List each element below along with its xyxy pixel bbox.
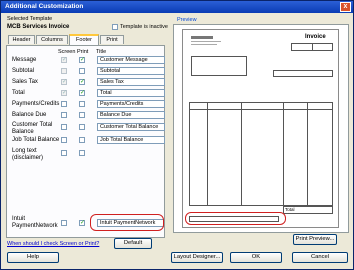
row-label-balance-due: Balance Due bbox=[12, 112, 47, 118]
job-total-balance-title-field[interactable]: Job Total Balance bbox=[97, 136, 165, 144]
job-total-balance-print-checkbox[interactable] bbox=[79, 137, 85, 143]
preview-total-label: Total bbox=[285, 207, 295, 212]
sales-tax-screen-checkbox[interactable]: ✓ bbox=[61, 79, 67, 85]
cancel-button[interactable]: Cancel bbox=[292, 252, 348, 263]
tab-columns[interactable]: Columns bbox=[36, 35, 68, 44]
total-title-field[interactable]: Total bbox=[97, 89, 165, 97]
invoice-heading: Invoice bbox=[305, 34, 326, 40]
help-button[interactable]: Help bbox=[7, 252, 59, 263]
message-screen-checkbox[interactable]: ✓ bbox=[61, 57, 67, 63]
tab-header[interactable]: Header bbox=[8, 35, 35, 44]
payments-credits-print-checkbox[interactable] bbox=[79, 101, 85, 107]
tab-footer[interactable]: Footer bbox=[69, 34, 99, 45]
additional-customization-dialog: Additional Customization x Selected Temp… bbox=[0, 0, 354, 270]
template-inactive-label: Template is inactive bbox=[120, 24, 168, 30]
template-inactive-checkbox[interactable] bbox=[112, 24, 118, 30]
ok-button[interactable]: OK bbox=[230, 252, 282, 263]
footer-panel: Screen Print Title Message ✓ ✓ Customer … bbox=[6, 45, 165, 238]
company-logo-placeholder bbox=[191, 36, 213, 39]
preview-label: Preview bbox=[177, 17, 197, 23]
intuit-payment-network-print-checkbox[interactable]: ✓ bbox=[79, 220, 85, 226]
selected-template-label: Selected Template bbox=[7, 16, 53, 22]
row-label-message: Message bbox=[12, 57, 37, 63]
customer-total-balance-title-field[interactable]: Customer Total Balance bbox=[97, 123, 165, 131]
window-title: Additional Customization bbox=[5, 3, 84, 10]
date-number-divider bbox=[312, 43, 313, 51]
row-label-job-total-balance: Job Total Balance bbox=[12, 137, 60, 143]
payments-credits-screen-checkbox[interactable] bbox=[61, 101, 67, 107]
subtotal-screen-checkbox[interactable] bbox=[61, 68, 67, 74]
total-screen-checkbox[interactable]: ✓ bbox=[61, 90, 67, 96]
highlight-oval-preview bbox=[185, 212, 286, 225]
row-label-intuit-payment-network: Intuit PaymentNetwork bbox=[12, 216, 58, 229]
row-label-payments-credits: Payments/Credits bbox=[12, 101, 60, 107]
total-print-checkbox[interactable]: ✓ bbox=[79, 90, 85, 96]
payments-credits-title-field[interactable]: Payments/Credits bbox=[97, 100, 165, 108]
table-column-divider bbox=[241, 102, 242, 206]
bill-to-box bbox=[191, 56, 247, 76]
table-column-divider bbox=[283, 102, 284, 206]
long-text-print-checkbox[interactable] bbox=[79, 150, 85, 156]
sales-tax-print-checkbox[interactable]: ✓ bbox=[79, 79, 85, 85]
subtotal-print-checkbox[interactable] bbox=[79, 68, 85, 74]
job-total-balance-screen-checkbox[interactable] bbox=[61, 137, 67, 143]
column-header-print: Print bbox=[77, 49, 89, 55]
default-button[interactable]: Default bbox=[114, 238, 152, 249]
company-address-line bbox=[191, 41, 221, 43]
column-header-title: Title bbox=[96, 49, 107, 55]
balance-due-title-field[interactable]: Balance Due bbox=[97, 111, 165, 119]
balance-due-print-checkbox[interactable] bbox=[79, 112, 85, 118]
column-header-screen: Screen bbox=[58, 49, 76, 55]
line-items-table bbox=[189, 102, 333, 206]
row-label-total: Total bbox=[12, 90, 25, 96]
layout-designer-button[interactable]: Layout Designer... bbox=[171, 252, 223, 263]
close-icon[interactable]: x bbox=[340, 2, 351, 12]
customer-total-balance-screen-checkbox[interactable] bbox=[61, 124, 67, 130]
subtotal-title-field[interactable]: Subtotal bbox=[97, 67, 165, 75]
long-text-screen-checkbox[interactable] bbox=[61, 150, 67, 156]
balance-due-screen-checkbox[interactable] bbox=[61, 112, 67, 118]
screen-or-print-help-link[interactable]: When should I check Screen or Print? bbox=[7, 241, 99, 247]
row-label-long-text: Long text (disclaimer) bbox=[12, 148, 44, 161]
table-column-divider bbox=[207, 102, 208, 206]
row-label-customer-total-balance: Customer Total Balance bbox=[12, 122, 53, 135]
terms-box bbox=[273, 70, 333, 77]
table-column-divider bbox=[307, 102, 308, 206]
row-label-subtotal: Subtotal bbox=[12, 68, 35, 74]
intuit-payment-network-screen-checkbox[interactable] bbox=[61, 220, 67, 226]
row-label-sales-tax: Sales Tax bbox=[12, 79, 38, 85]
tab-print[interactable]: Print bbox=[100, 35, 124, 44]
table-header-divider bbox=[189, 109, 333, 110]
customer-total-balance-print-checkbox[interactable] bbox=[79, 124, 85, 130]
title-bar: Additional Customization x bbox=[1, 1, 353, 13]
message-title-field[interactable]: Customer Message bbox=[97, 56, 165, 64]
highlight-oval-left bbox=[90, 214, 164, 231]
print-preview-button[interactable]: Print Preview... bbox=[293, 234, 337, 245]
message-print-checkbox[interactable]: ✓ bbox=[79, 57, 85, 63]
sales-tax-title-field[interactable]: Sales Tax bbox=[97, 78, 165, 86]
invoice-preview-page: Invoice Total bbox=[182, 29, 339, 228]
company-address-line bbox=[191, 44, 217, 46]
